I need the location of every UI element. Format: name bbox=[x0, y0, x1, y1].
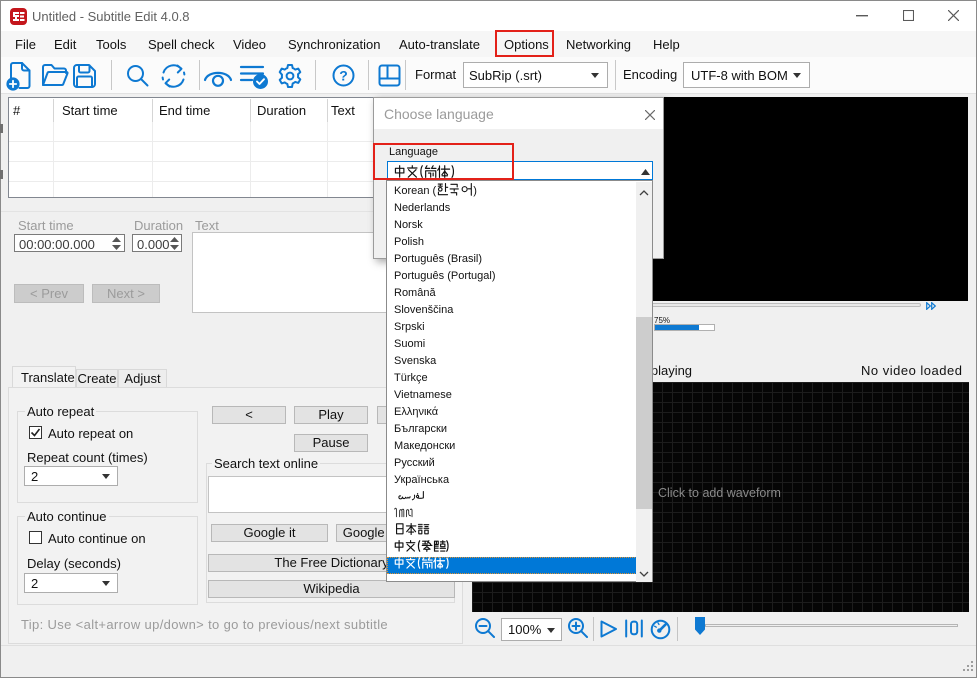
svg-text:?: ? bbox=[339, 68, 348, 84]
